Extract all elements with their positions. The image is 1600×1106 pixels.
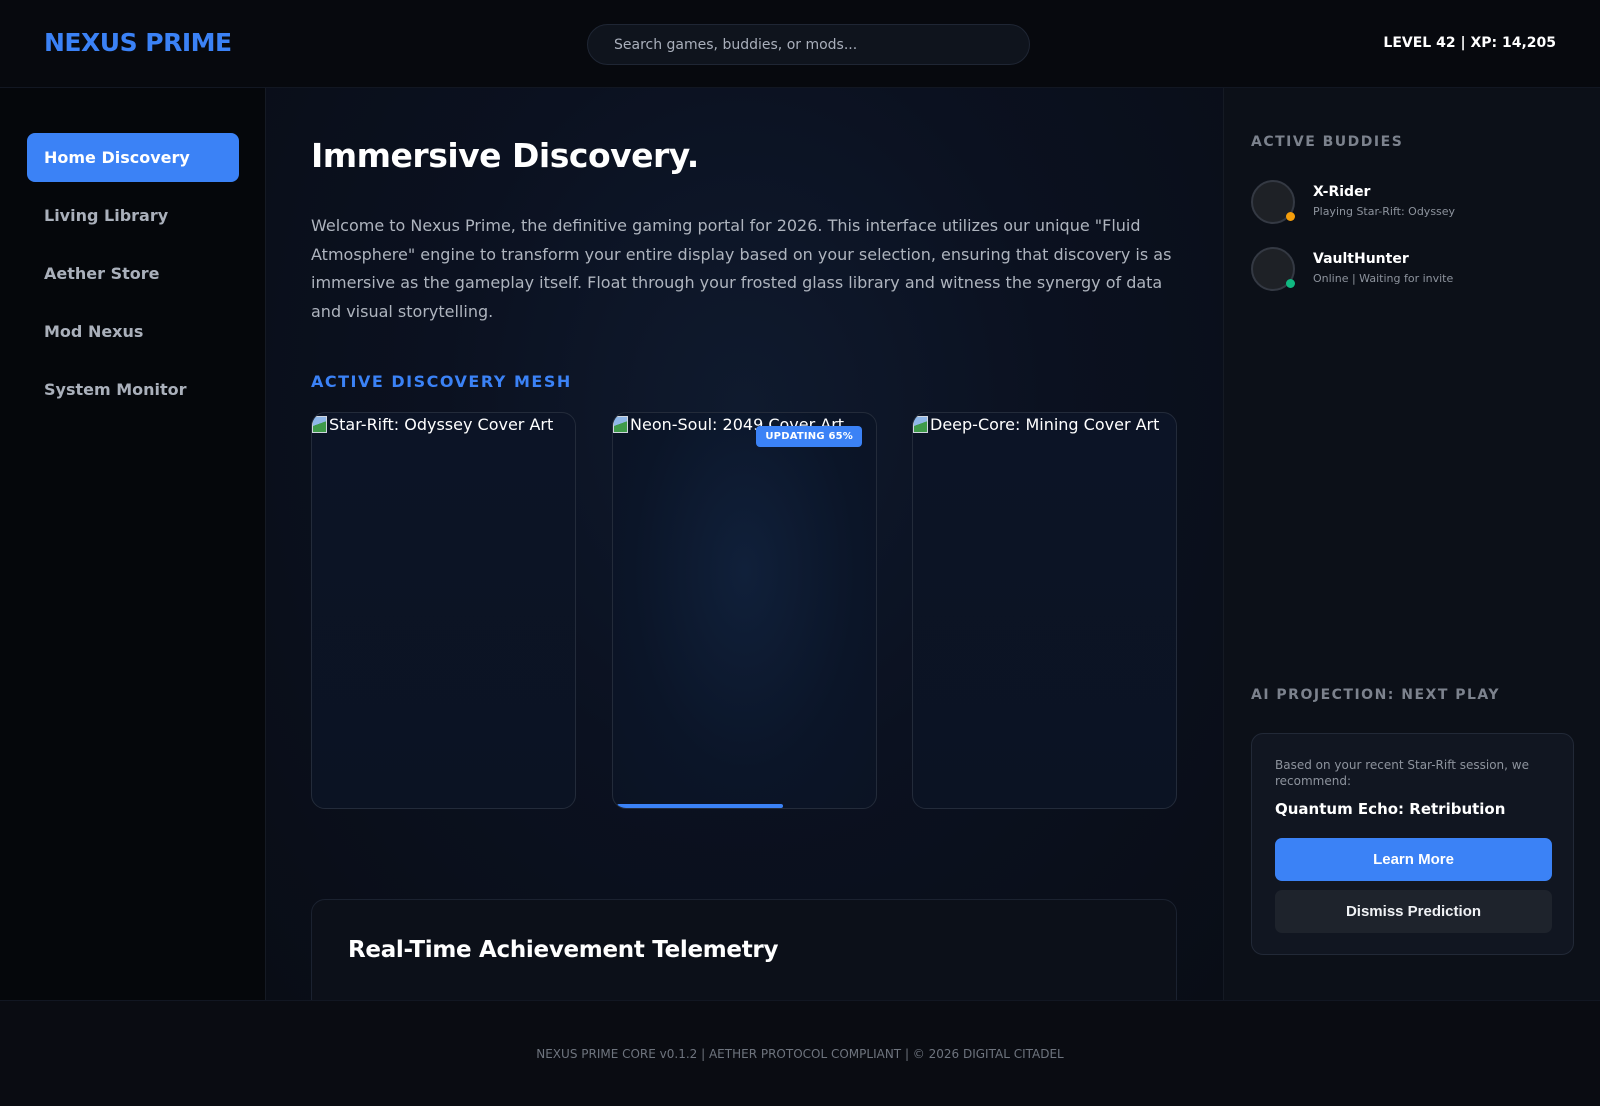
main-content: Immersive Discovery. Welcome to Nexus Pr… [266,88,1223,1000]
broken-image-icon [913,416,928,433]
sidebar-item-aether-store[interactable]: Aether Store [27,249,239,298]
achievement-telemetry-panel: Real-Time Achievement Telemetry [311,899,1177,1000]
update-status-badge: UPDATING 65% [756,426,862,447]
cover-art-image: Star-Rift: Odyssey Cover Art [312,415,553,434]
game-card-deep-core[interactable]: Deep-Core: Mining Cover Art [912,412,1177,809]
footer: NEXUS PRIME CORE v0.1.2 | AETHER PROTOCO… [0,1000,1600,1106]
search-input[interactable] [587,24,1030,65]
page-title: Immersive Discovery. [311,136,699,175]
app-root: NEXUS PRIME LEVEL 42 | XP: 14,205 Home D… [0,0,1600,1106]
sidebar-item-system-monitor[interactable]: System Monitor [27,365,239,414]
logo[interactable]: NEXUS PRIME [44,28,232,57]
ai-recommendation-card: Based on your recent Star-Rift session, … [1251,733,1574,955]
recommended-game-title: Quantum Echo: Retribution [1275,800,1506,818]
buddy-status: Playing Star-Rift: Odyssey [1313,205,1456,218]
dismiss-prediction-button[interactable]: Dismiss Prediction [1275,890,1552,933]
buddy-name: VaultHunter [1313,251,1409,267]
sidebar: Home Discovery Living Library Aether Sto… [0,88,266,1000]
game-card-star-rift[interactable]: Star-Rift: Odyssey Cover Art [311,412,576,809]
discovery-mesh-heading: ACTIVE DISCOVERY MESH [311,372,572,391]
telemetry-title: Real-Time Achievement Telemetry [348,937,779,963]
learn-more-button[interactable]: Learn More [1275,838,1552,881]
level-xp-indicator: LEVEL 42 | XP: 14,205 [1383,35,1556,51]
right-panel: ACTIVE BUDDIES X-Rider Playing Star-Rift… [1223,88,1600,1000]
top-header: NEXUS PRIME LEVEL 42 | XP: 14,205 [0,0,1600,88]
game-card-neon-soul[interactable]: Neon-Soul: 2049 Cover Art UPDATING 65% [612,412,877,809]
sidebar-item-living-library[interactable]: Living Library [27,191,239,240]
buddy-item-vaulthunter[interactable]: VaultHunter Online | Waiting for invite [1251,247,1581,293]
ai-recommendation-text: Based on your recent Star-Rift session, … [1275,758,1529,788]
cover-art-alt-text: Star-Rift: Odyssey Cover Art [329,415,554,434]
broken-image-icon [613,416,628,433]
broken-image-icon [312,416,327,433]
cover-art-image: Deep-Core: Mining Cover Art [913,415,1159,434]
status-dot [1286,279,1295,288]
ai-projection-heading: AI PROJECTION: NEXT PLAY [1251,687,1501,703]
update-progress-bar [617,804,783,808]
sidebar-item-mod-nexus[interactable]: Mod Nexus [27,307,239,356]
buddy-item-x-rider[interactable]: X-Rider Playing Star-Rift: Odyssey [1251,180,1581,226]
sidebar-item-home-discovery[interactable]: Home Discovery [27,133,239,182]
buddy-status: Online | Waiting for invite [1313,272,1454,285]
intro-text: Welcome to Nexus Prime, the definitive g… [311,216,1172,321]
status-dot [1286,212,1295,221]
buddy-name: X-Rider [1313,184,1371,200]
cover-art-alt-text: Deep-Core: Mining Cover Art [930,415,1160,434]
active-buddies-heading: ACTIVE BUDDIES [1251,134,1404,150]
footer-text: NEXUS PRIME CORE v0.1.2 | AETHER PROTOCO… [536,1047,1064,1061]
